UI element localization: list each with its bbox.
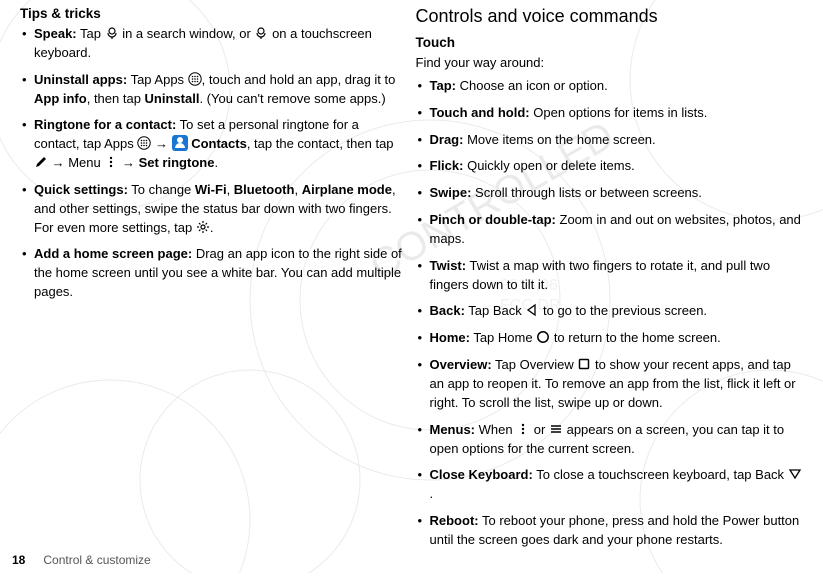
controls-heading: Controls and voice commands [416, 6, 804, 27]
tips-heading: Tips & tricks [20, 6, 404, 21]
section-title: Control & customize [43, 553, 150, 567]
ctrl-pinch: Pinch or double-tap: Zoom in and out on … [416, 211, 804, 249]
page-number: 18 [12, 553, 25, 567]
apps-icon [137, 136, 151, 150]
right-column: Controls and voice commands Touch Find y… [412, 6, 812, 540]
left-column: Tips & tricks Speak: Tap in a search win… [12, 6, 412, 540]
ctrl-home: Home: Tap Home to return to the home scr… [416, 329, 804, 348]
ctrl-menus: Menus: When or appears on a screen, you … [416, 421, 804, 459]
ctrl-drag: Drag: Move items on the home screen. [416, 131, 804, 150]
page-content: Tips & tricks Speak: Tap in a search win… [0, 0, 823, 540]
tip-add-page: Add a home screen page: Drag an app icon… [20, 245, 404, 302]
overview-icon [577, 357, 591, 371]
apps-icon [188, 72, 202, 86]
pencil-icon [34, 155, 48, 169]
kebab-icon [516, 422, 530, 436]
ctrl-back: Back: Tap Back to go to the previous scr… [416, 302, 804, 321]
mic-icon [254, 26, 268, 40]
ctrl-overview: Overview: Tap Overview to show your rece… [416, 356, 804, 413]
lead-text: Find your way around: [416, 54, 804, 73]
gear-icon [196, 220, 210, 234]
tip-ringtone: Ringtone for a contact: To set a persona… [20, 116, 404, 173]
ctrl-close-kbd: Close Keyboard: To close a touchscreen k… [416, 466, 804, 504]
touch-subheading: Touch [416, 35, 804, 50]
hamburger-icon [549, 422, 563, 436]
mic-icon [105, 26, 119, 40]
controls-list: Tap: Choose an icon or option. Touch and… [416, 77, 804, 550]
kebab-icon [104, 155, 118, 169]
ctrl-touch-hold: Touch and hold: Open options for items i… [416, 104, 804, 123]
footer: 18 Control & customize [12, 553, 151, 567]
ctrl-swipe: Swipe: Scroll through lists or between s… [416, 184, 804, 203]
ctrl-flick: Flick: Quickly open or delete items. [416, 157, 804, 176]
ctrl-twist: Twist: Twist a map with two fingers to r… [416, 257, 804, 295]
back-down-icon [788, 467, 802, 481]
ctrl-tap: Tap: Choose an icon or option. [416, 77, 804, 96]
tips-list: Speak: Tap in a search window, or on a t… [20, 25, 404, 302]
tip-uninstall: Uninstall apps: Tap Apps , touch and hol… [20, 71, 404, 109]
home-icon [536, 330, 550, 344]
contacts-icon [172, 135, 188, 151]
back-icon [525, 303, 539, 317]
tip-quick-settings: Quick settings: To change Wi-Fi, Bluetoo… [20, 181, 404, 238]
ctrl-reboot: Reboot: To reboot your phone, press and … [416, 512, 804, 550]
tip-speak: Speak: Tap in a search window, or on a t… [20, 25, 404, 63]
